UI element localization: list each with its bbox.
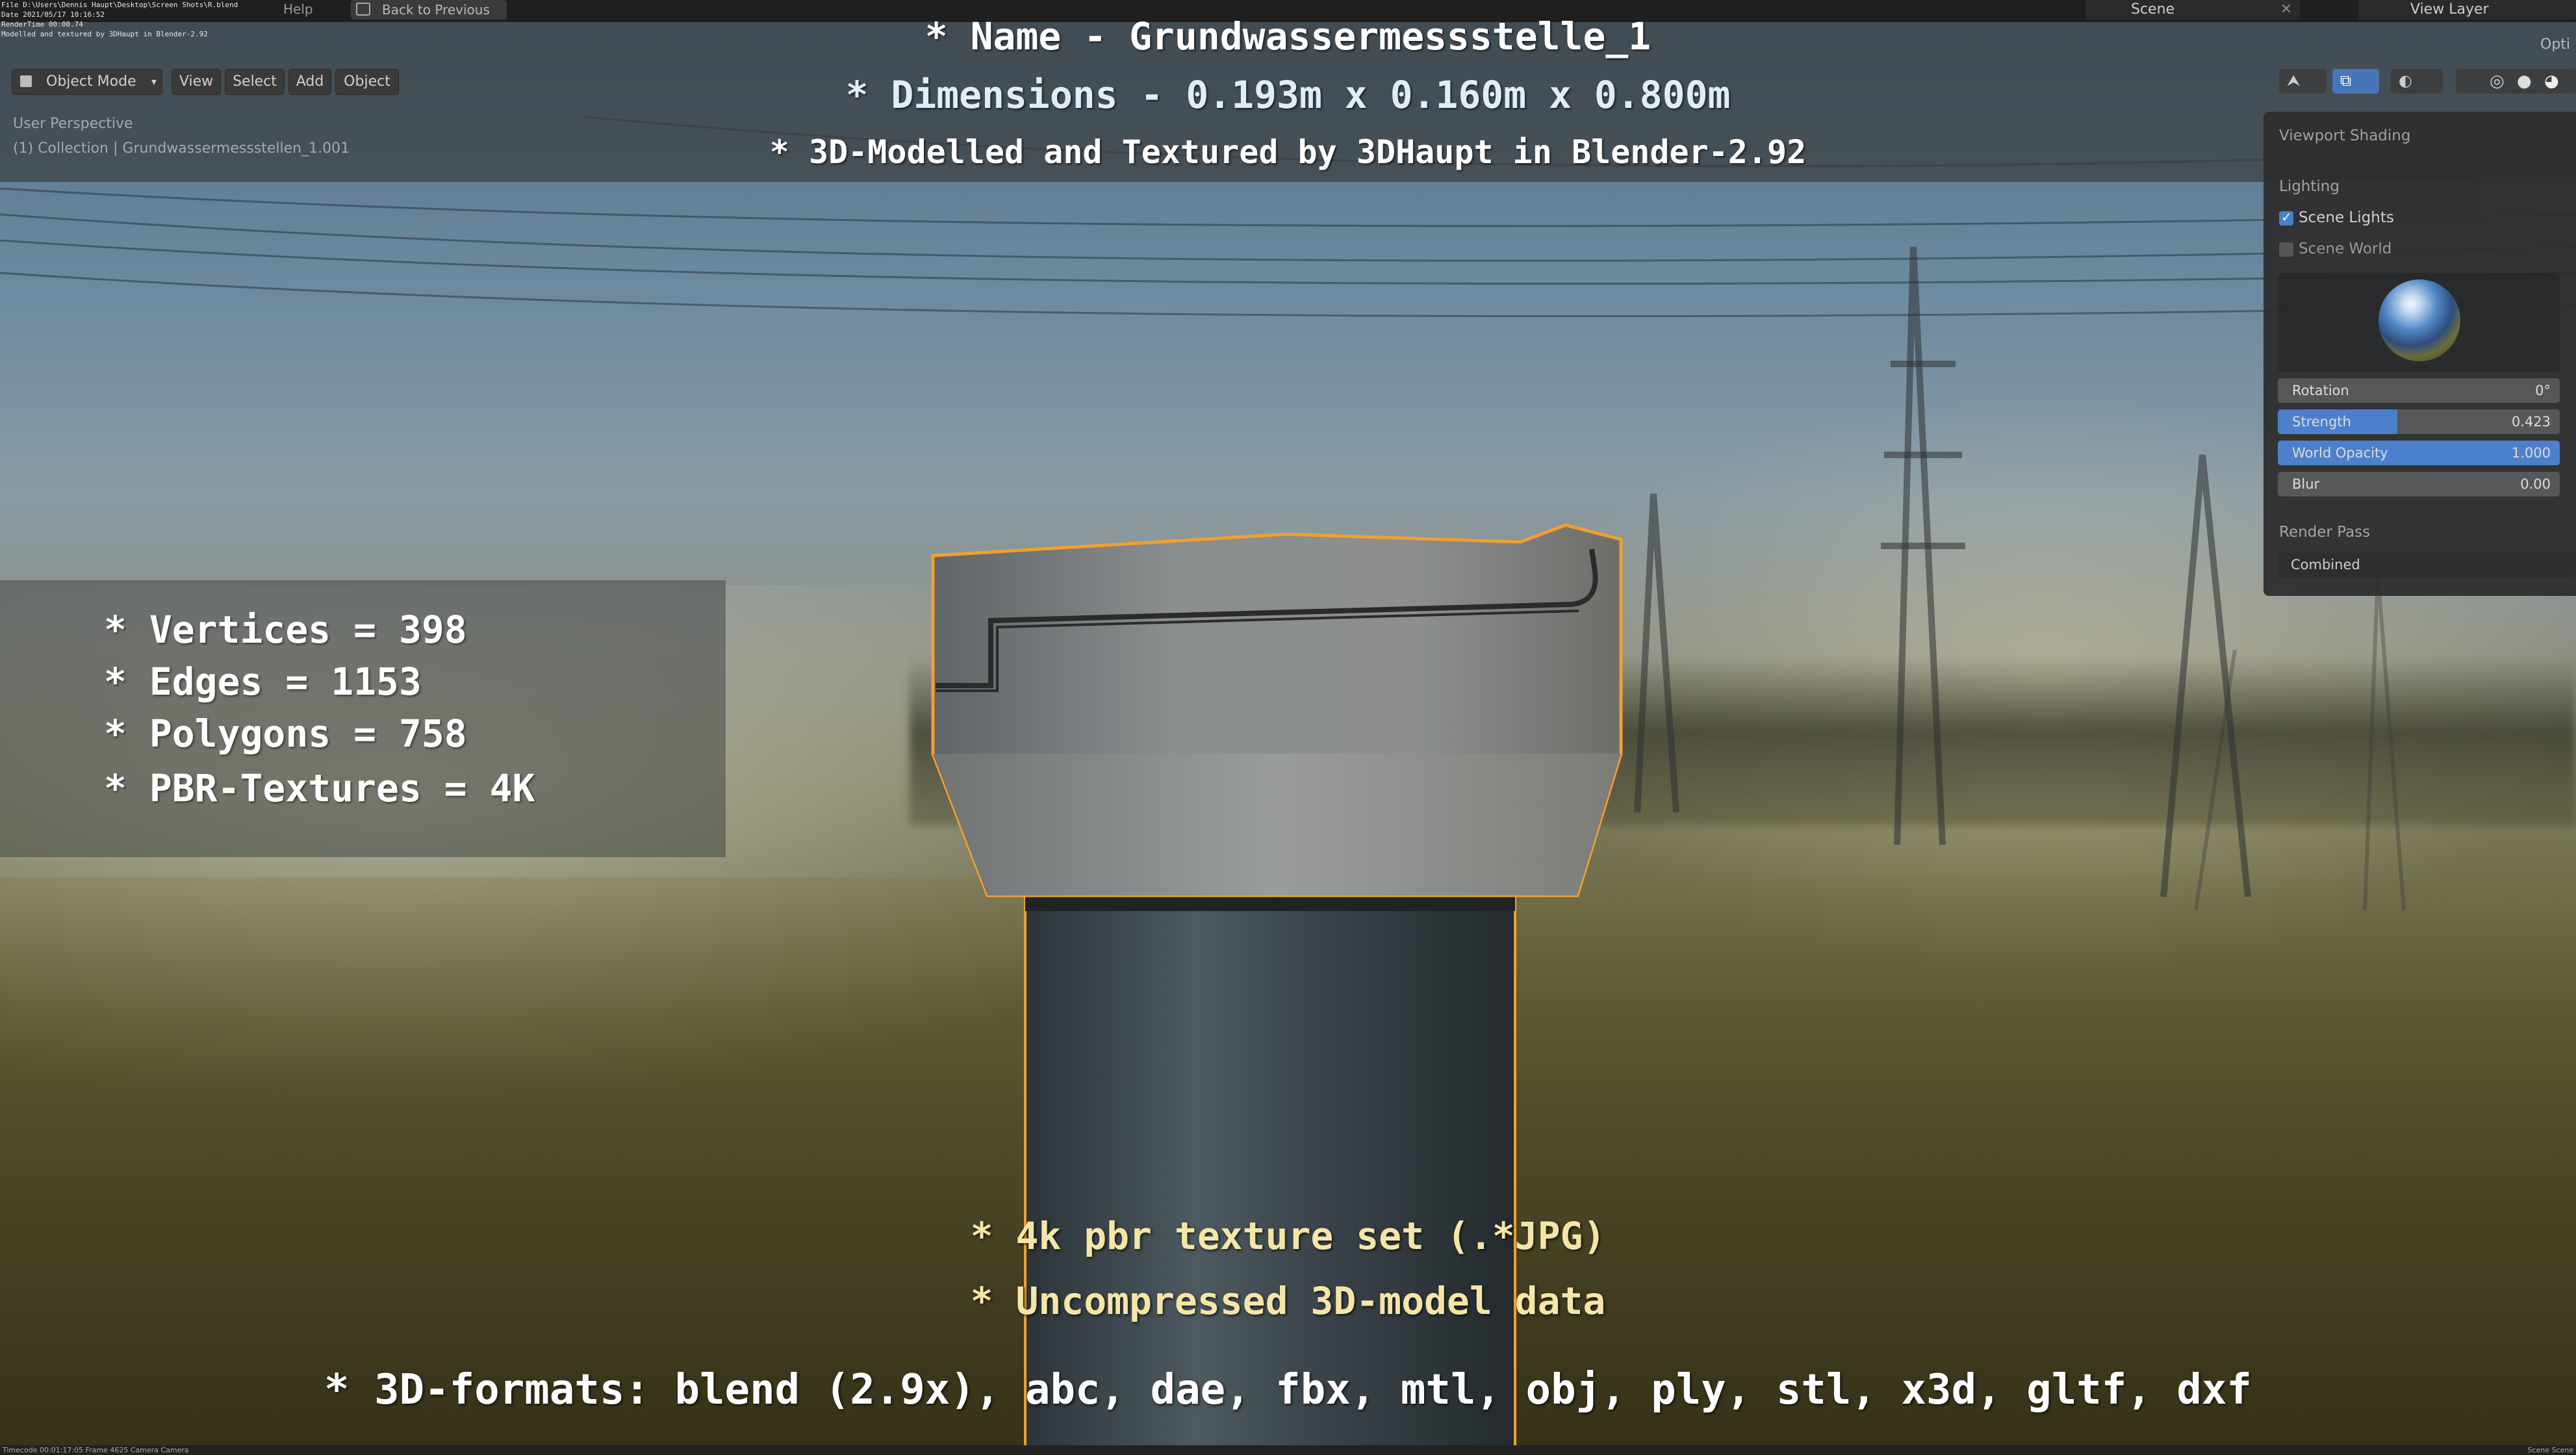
blur-slider[interactable]: Blur 0.00 bbox=[2278, 472, 2560, 496]
rotation-slider[interactable]: Rotation 0° bbox=[2278, 378, 2560, 403]
blur-value: 0.00 bbox=[2520, 476, 2551, 492]
rotation-label: Rotation bbox=[2292, 383, 2349, 398]
title-credit: * 3D-Modelled and Textured by 3DHaupt in… bbox=[769, 133, 1807, 171]
bottom-textures: * 4k pbr texture set (.*JPG) bbox=[970, 1214, 1606, 1258]
status-bar: Timecode 00:01:17:05 Frame 4625 Camera C… bbox=[0, 1445, 2576, 1455]
status-left: Timecode 00:01:17:05 Frame 4625 Camera C… bbox=[3, 1446, 189, 1454]
rotation-value: 0° bbox=[2535, 383, 2551, 398]
bottom-uncompressed: * Uncompressed 3D-model data bbox=[970, 1279, 1606, 1323]
hdri-selector[interactable] bbox=[2278, 273, 2560, 372]
screen-icon bbox=[356, 3, 370, 16]
scene-lights-label: Scene Lights bbox=[2299, 209, 2394, 226]
world-opacity-slider[interactable]: World Opacity 1.000 bbox=[2278, 441, 2560, 465]
world-opacity-label: World Opacity bbox=[2292, 445, 2388, 461]
render-pass-dropdown[interactable]: Combined bbox=[2278, 552, 2576, 577]
panel-title: Viewport Shading bbox=[2279, 127, 2411, 144]
scene-world-checkbox[interactable]: Scene World bbox=[2279, 240, 2391, 257]
world-opacity-value: 1.000 bbox=[2511, 445, 2551, 461]
viewport-shading-panel: Viewport Shading Lighting Scene Lights S… bbox=[2264, 112, 2576, 596]
scene-world-label: Scene World bbox=[2299, 240, 2392, 257]
stamp-file: File D:\Users\Dennis Haupt\Desktop\Scree… bbox=[1, 1, 238, 9]
scene-lights-checkbox[interactable]: Scene Lights bbox=[2279, 209, 2394, 226]
strength-label: Strength bbox=[2292, 414, 2351, 430]
stat-edges: * Edges = 1153 bbox=[104, 660, 422, 704]
strength-value: 0.423 bbox=[2511, 414, 2551, 430]
title-name: * Name - Grundwassermessstelle_1 bbox=[925, 14, 1651, 58]
hdri-preview-sphere[interactable] bbox=[2378, 279, 2460, 361]
lighting-label: Lighting bbox=[2279, 178, 2340, 195]
render-pass-label: Render Pass bbox=[2279, 524, 2371, 541]
checkbox-checked-icon bbox=[2279, 209, 2293, 225]
perspective-label: User Perspective bbox=[13, 116, 133, 132]
blur-label: Blur bbox=[2292, 476, 2320, 492]
title-dimensions: * Dimensions - 0.193m x 0.160m x 0.800m bbox=[845, 73, 1731, 117]
bottom-formats: * 3D-formats: blend (2.9x), abc, dae, fb… bbox=[324, 1366, 2252, 1414]
strength-slider[interactable]: Strength 0.423 bbox=[2278, 409, 2560, 434]
checkbox-unchecked-icon bbox=[2279, 242, 2293, 257]
stat-vertices: * Vertices = 398 bbox=[104, 608, 467, 652]
stats-panel: * Vertices = 398 * Edges = 1153 * Polygo… bbox=[0, 580, 726, 857]
render-pass-value: Combined bbox=[2291, 557, 2360, 573]
status-right: Scene Scene bbox=[2527, 1446, 2573, 1454]
stat-textures: * PBR-Textures = 4K bbox=[104, 766, 535, 810]
stat-polygons: * Polygons = 758 bbox=[104, 712, 467, 756]
